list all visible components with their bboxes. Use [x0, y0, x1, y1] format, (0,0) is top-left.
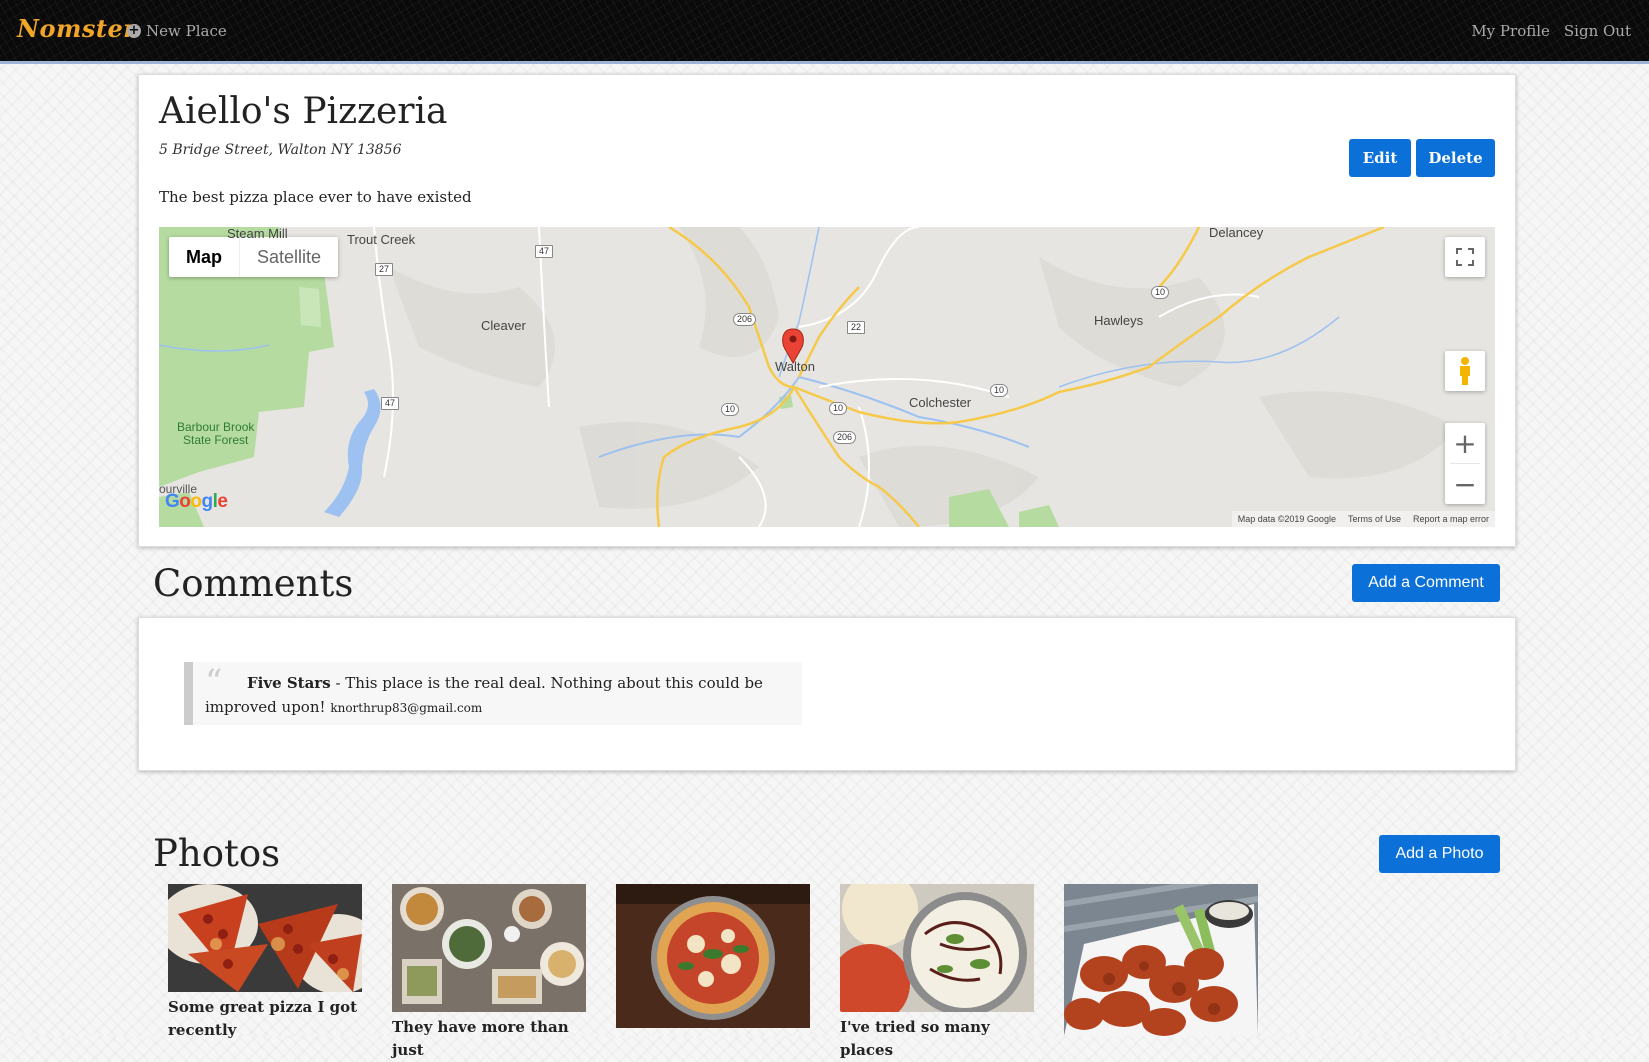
quote-icon: “: [205, 662, 223, 702]
delete-button[interactable]: Delete: [1416, 139, 1495, 177]
route-shield: 10: [829, 402, 848, 415]
map-terrain: [159, 227, 1459, 527]
map-type-map-button[interactable]: Map: [169, 237, 239, 277]
fullscreen-icon: [1456, 248, 1474, 266]
photo-image[interactable]: [840, 884, 1034, 1012]
zoom-out-button[interactable]: −: [1445, 464, 1485, 504]
google-logo: Google: [165, 491, 228, 512]
photo-card[interactable]: I've tried so many places: [840, 884, 1034, 1062]
zoom-controls: + −: [1445, 423, 1485, 504]
new-place-label: New Place: [146, 22, 227, 40]
comment-user-email: knorthrup83@gmail.com: [330, 701, 483, 715]
comments-card: “ Five Stars - This place is the real de…: [138, 617, 1516, 771]
photos-heading: Photos: [153, 832, 281, 875]
new-place-link[interactable]: + New Place: [127, 22, 227, 40]
my-profile-link[interactable]: My Profile: [1471, 22, 1550, 40]
map-terms-link[interactable]: Terms of Use: [1348, 514, 1401, 524]
route-shield: 206: [833, 431, 857, 444]
map-label-walton: Walton: [775, 359, 815, 374]
map-type-satellite-button[interactable]: Satellite: [239, 237, 338, 277]
street-view-pegman-button[interactable]: [1445, 351, 1485, 391]
fullscreen-button[interactable]: [1445, 237, 1485, 277]
sign-out-link[interactable]: Sign Out: [1564, 22, 1631, 40]
add-comment-button[interactable]: Add a Comment: [1352, 564, 1500, 602]
route-shield: 47: [381, 397, 400, 410]
nav-right: My Profile Sign Out: [1471, 22, 1631, 40]
photo-image[interactable]: [616, 884, 810, 1028]
map[interactable]: Map Satellite Steam Mill Trout Creek Del…: [159, 227, 1495, 527]
map-type-toggle: Map Satellite: [169, 237, 339, 277]
photo-image[interactable]: [1064, 884, 1258, 1036]
navbar: Nomster + New Place My Profile Sign Out: [0, 0, 1649, 64]
map-label-steam-mill: Steam Mill: [227, 227, 288, 241]
edit-button[interactable]: Edit: [1349, 139, 1411, 177]
place-card: Aiello's Pizzeria 5 Bridge Street, Walto…: [138, 74, 1516, 547]
comment-body: Five Stars - This place is the real deal…: [205, 671, 790, 720]
brand-logo[interactable]: Nomster: [17, 14, 136, 43]
route-shield: 206: [733, 313, 757, 326]
comment-separator: -: [335, 674, 346, 692]
map-label-colchester: Colchester: [909, 395, 972, 410]
route-shield: 10: [990, 384, 1009, 397]
zoom-in-button[interactable]: +: [1445, 423, 1485, 463]
photo-caption: I've tried so many places: [840, 1018, 990, 1059]
comments-heading: Comments: [153, 562, 354, 605]
route-shield: 47: [535, 245, 554, 258]
pegman-icon: [1460, 357, 1470, 385]
photo-card[interactable]: Some great pizza I got recently: [168, 884, 362, 1062]
place-description: The best pizza place ever to have existe…: [159, 188, 472, 206]
photo-caption: They have more than just: [392, 1018, 569, 1059]
comment-rating: Five Stars: [247, 674, 331, 692]
photo-card[interactable]: [1064, 884, 1258, 1062]
map-footer: Map data ©2019 Google Terms of Use Repor…: [1231, 511, 1495, 527]
map-report-error-link[interactable]: Report a map error: [1413, 514, 1489, 524]
map-label-state-forest: State Forest: [183, 433, 249, 447]
place-title: Aiello's Pizzeria: [159, 91, 448, 132]
photo-caption: Some great pizza I got recently: [168, 998, 358, 1039]
add-photo-button[interactable]: Add a Photo: [1379, 835, 1500, 873]
photo-gallery: Some great pizza I got recently They hav…: [168, 884, 1258, 1062]
photo-image[interactable]: [392, 884, 586, 1012]
route-shield: 10: [721, 403, 740, 416]
route-shield: 27: [375, 263, 394, 276]
photo-image[interactable]: [168, 884, 362, 992]
comment-item: “ Five Stars - This place is the real de…: [184, 662, 802, 725]
route-shield: 22: [847, 321, 866, 334]
plus-circle-icon: +: [127, 23, 141, 38]
map-label-trout-creek: Trout Creek: [347, 232, 416, 247]
map-label-cleaver: Cleaver: [481, 318, 526, 333]
photo-card[interactable]: [616, 884, 810, 1062]
photo-card[interactable]: They have more than just: [392, 884, 586, 1062]
map-label-delancey: Delancey: [1209, 227, 1264, 240]
place-address: 5 Bridge Street, Walton NY 13856: [159, 142, 402, 158]
map-label-hawleys: Hawleys: [1094, 313, 1144, 328]
route-shield: 10: [1151, 286, 1170, 299]
map-data-attribution: Map data ©2019 Google: [1237, 514, 1336, 524]
